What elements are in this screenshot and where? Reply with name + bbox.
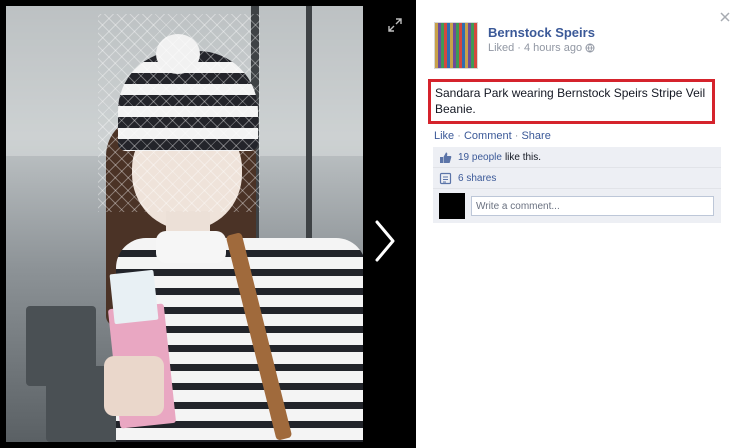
chevron-right-icon[interactable] bbox=[372, 218, 398, 264]
comment-link[interactable]: Comment bbox=[464, 130, 512, 142]
photo-stage bbox=[0, 0, 416, 448]
likes-suffix: like this. bbox=[504, 151, 542, 163]
page-avatar[interactable] bbox=[434, 22, 478, 69]
post-actions: Like · Comment · Share bbox=[434, 130, 551, 142]
photo-viewer: Bernstock Speirs Liked · 4 hours ago San… bbox=[0, 0, 736, 448]
sweater-collar bbox=[156, 231, 226, 263]
post-info-panel: Bernstock Speirs Liked · 4 hours ago San… bbox=[416, 0, 736, 448]
share-link[interactable]: Share bbox=[521, 130, 550, 142]
meta-separator: · bbox=[517, 42, 521, 54]
boarding-ticket bbox=[109, 269, 159, 325]
hand bbox=[104, 356, 164, 416]
liked-label[interactable]: Liked bbox=[488, 42, 514, 54]
actions-separator: · bbox=[457, 130, 461, 142]
likes-row: 19 people like this. bbox=[433, 147, 721, 168]
post-meta: Liked · 4 hours ago bbox=[488, 42, 595, 54]
comment-composer bbox=[433, 189, 721, 223]
shares-row: 6 shares bbox=[433, 168, 721, 189]
post-time[interactable]: 4 hours ago bbox=[524, 42, 582, 54]
like-link[interactable]: Like bbox=[434, 130, 454, 142]
expand-icon[interactable] bbox=[388, 18, 402, 32]
feedback-box: 19 people like this. 6 shares bbox=[433, 147, 721, 223]
veil bbox=[98, 14, 260, 212]
close-icon[interactable] bbox=[720, 12, 730, 22]
post-caption: Sandara Park wearing Bernstock Speirs St… bbox=[435, 86, 706, 116]
share-icon bbox=[439, 172, 452, 184]
page-name-link[interactable]: Bernstock Speirs bbox=[488, 25, 595, 40]
shares-count-link[interactable]: 6 shares bbox=[458, 173, 496, 184]
comment-input[interactable] bbox=[471, 196, 714, 216]
thumbs-up-icon bbox=[440, 152, 452, 163]
actions-separator: · bbox=[514, 130, 519, 142]
globe-icon[interactable] bbox=[585, 43, 595, 53]
caption-highlight-box: Sandara Park wearing Bernstock Speirs St… bbox=[428, 79, 715, 124]
photo[interactable] bbox=[6, 6, 363, 442]
viewer-avatar bbox=[439, 193, 465, 219]
likes-count-link[interactable]: 19 people bbox=[458, 152, 502, 163]
